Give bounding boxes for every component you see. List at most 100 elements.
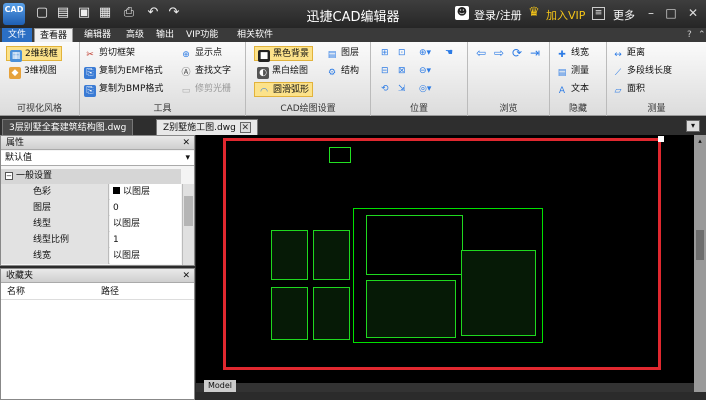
find-text-icon: Ⓐ (181, 68, 191, 78)
vertical-scrollbar[interactable]: ▴ (694, 135, 706, 392)
group-position: ⊞ ⊡ ⊕▾ ☚ ⊟ ⊠ ⊖▾ ⟲ ⇲ ◎▾ 位置 (371, 42, 468, 116)
clip-frame-button[interactable]: ✂ 剪切框架 (84, 46, 135, 61)
line-width-toggle[interactable]: ✚ 线宽 (556, 46, 589, 61)
trim-raster-button[interactable]: ▭ 修剪光栅 (180, 82, 231, 97)
undo-icon[interactable]: ↶ (145, 5, 161, 21)
app-logo-text: CAD (4, 5, 24, 14)
tab-viewer[interactable]: 查看器 (34, 28, 74, 42)
copy-bmp-icon: ⎘ (84, 85, 96, 97)
tab-file[interactable]: 文件 (2, 28, 32, 42)
doc-tab-villa-construction[interactable]: Z别墅施工图.dwg ✕ (156, 119, 258, 135)
copy-bmp-label: 复制为BMP格式 (99, 84, 164, 94)
drawing-canvas[interactable]: Model (196, 135, 706, 392)
bw-drawing-button[interactable]: ◐ 黑白绘图 (257, 64, 308, 79)
arrow-right-icon[interactable]: ⇨ (494, 46, 504, 61)
more-link[interactable]: 更多 (613, 7, 635, 23)
zoom-extents-icon[interactable]: ⊡ (398, 46, 406, 61)
group-visual-style-label: 可视化风格 (16, 104, 62, 114)
tab-related-software[interactable]: 相关软件 (232, 28, 278, 42)
property-row[interactable]: 色彩 以图层 (1, 184, 181, 200)
tab-advanced[interactable]: 高级 (121, 28, 149, 42)
2d-wireframe-button[interactable]: ▦ 2维线框 (6, 46, 62, 62)
properties-selector[interactable]: 默认值 ▾ (1, 151, 194, 166)
save-icon[interactable]: ▣ (76, 5, 92, 21)
3d-view-button[interactable]: ◆ 3维视图 (9, 64, 57, 79)
zoom-all-icon[interactable]: ⊠ (398, 64, 406, 79)
black-bg-icon: ■ (258, 50, 270, 62)
new-file-icon[interactable]: ▢ (34, 5, 50, 21)
refresh-icon[interactable]: ⟳ (512, 46, 522, 61)
layers-button[interactable]: ▤ 图层 (326, 46, 359, 61)
find-text-label: 查找文字 (195, 66, 232, 76)
scrollbar-thumb[interactable] (184, 196, 193, 226)
scroll-up-icon[interactable]: ▴ (695, 137, 705, 145)
doc-tab-villa-structure[interactable]: 3层别墅全套建筑结构图.dwg (2, 119, 134, 135)
zoom-window-icon[interactable]: ⊞ (381, 46, 389, 61)
show-points-button[interactable]: ⊕ 显示点 (180, 46, 222, 61)
rotate-icon[interactable]: ⟲ (381, 82, 389, 97)
copy-bmp-button[interactable]: ⎘ 复制为BMP格式 (84, 82, 163, 97)
property-key: 色彩 (1, 184, 109, 200)
ribbon-collapse-icon[interactable]: ⌃ (693, 28, 706, 42)
browse-next-icon[interactable]: ⇥ (530, 46, 540, 61)
properties-scrollbar[interactable] (182, 184, 194, 265)
tab-list-chevron-icon[interactable]: ▾ (686, 120, 700, 132)
cube-icon: ◆ (9, 67, 21, 79)
close-icon[interactable]: ✕ (684, 5, 702, 21)
open-folder-icon[interactable]: ▤ (55, 5, 71, 21)
column-name[interactable]: 名称 (7, 284, 25, 300)
property-row[interactable]: 线宽 以图层 (1, 248, 181, 264)
black-background-button[interactable]: ■ 黑色背景 (254, 46, 314, 62)
tab-editor[interactable]: 编辑器 (79, 28, 116, 42)
zoom-previous-icon[interactable]: ⊟ (381, 64, 389, 79)
pan-hand-icon[interactable]: ☚ (445, 46, 453, 61)
polyline-length-button[interactable]: ⟋ 多段线长度 (612, 64, 672, 79)
ruler-icon: ▤ (557, 68, 567, 78)
frame-handle[interactable] (658, 136, 664, 142)
tab-vip[interactable]: VIP功能 (181, 28, 223, 42)
zoom-out-icon[interactable]: ⊖▾ (419, 64, 431, 79)
doc-tab-label: Z别墅施工图.dwg (163, 123, 236, 133)
section-general-settings[interactable]: − 一般设置 (1, 169, 181, 184)
properties-pin-icon[interactable]: ✕ (182, 136, 190, 150)
find-text-button[interactable]: Ⓐ 查找文字 (180, 64, 231, 79)
copy-emf-button[interactable]: ⎘ 复制为EMF格式 (84, 64, 163, 79)
column-path[interactable]: 路径 (101, 284, 119, 300)
thumb-sheet (271, 287, 308, 340)
smooth-arc-button[interactable]: ◠ 圆滑弧形 (254, 82, 314, 97)
more-icon[interactable]: ≡ (592, 7, 605, 20)
fit-icon[interactable]: ⇲ (398, 82, 406, 97)
print-icon[interactable]: ⎙ (121, 5, 137, 21)
text-toggle[interactable]: A 文本 (556, 82, 589, 97)
area-button[interactable]: ▱ 面积 (612, 82, 645, 97)
structure-button[interactable]: ⚙ 结构 (326, 64, 359, 79)
menu-bar: 文件 查看器 编辑器 高级 输出 VIP功能 相关软件 ? ⌃ (0, 28, 706, 42)
crown-icon: ♛ (528, 5, 540, 20)
model-tab[interactable]: Model (204, 380, 237, 392)
favorites-panel: 收藏夹 ✕ 名称 路径 (0, 268, 195, 400)
view-options-icon[interactable]: ◎▾ (419, 82, 431, 97)
structure-icon: ⚙ (327, 68, 337, 78)
color-swatch (113, 187, 120, 194)
distance-button[interactable]: ↔ 距离 (612, 46, 645, 61)
property-row[interactable]: 线型 以图层 (1, 216, 181, 232)
tab-output[interactable]: 输出 (151, 28, 179, 42)
favorites-pin-icon[interactable]: ✕ (182, 269, 190, 283)
close-tab-icon[interactable]: ✕ (239, 122, 251, 133)
arrow-left-icon[interactable]: ⇦ (476, 46, 486, 61)
app-title: 迅捷CAD编辑器 (306, 10, 400, 25)
join-vip-link[interactable]: 加入VIP (546, 7, 585, 23)
trim-raster-icon: ▭ (181, 86, 191, 96)
redo-icon[interactable]: ↷ (166, 5, 182, 21)
zoom-in-icon[interactable]: ⊕▾ (419, 46, 431, 61)
measure-toggle[interactable]: ▤ 测量 (556, 64, 589, 79)
minimize-icon[interactable]: – (642, 5, 660, 21)
save-as-icon[interactable]: ▦ (97, 5, 113, 21)
maximize-icon[interactable]: □ (662, 5, 680, 21)
login-link[interactable]: 登录/注册 (474, 7, 522, 23)
group-measure-label: 测量 (647, 104, 666, 114)
property-row[interactable]: 线型比例 1 (1, 232, 181, 248)
black-background-label: 黑色背景 (273, 49, 310, 59)
vertical-scrollbar-thumb[interactable] (696, 230, 704, 260)
property-row[interactable]: 图层 0 (1, 200, 181, 216)
